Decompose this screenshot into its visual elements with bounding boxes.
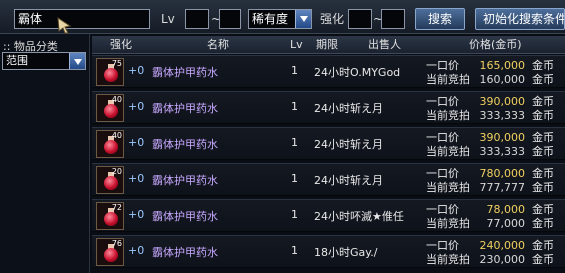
bid-price: 333,333	[479, 145, 526, 158]
seller-name: Gay./	[350, 246, 378, 259]
buyout-unit: 金币	[532, 203, 554, 216]
bid-price: 160,000	[479, 73, 526, 86]
buyout-unit: 金币	[532, 59, 554, 72]
item-level: 1	[291, 208, 298, 221]
reset-search-button[interactable]: 初始化搜索条件	[475, 8, 565, 30]
buyout-unit: 金币	[532, 239, 554, 252]
chevron-down-icon	[295, 10, 311, 28]
enhance-label: 强化	[320, 12, 345, 26]
enhance-max-input[interactable]	[381, 9, 405, 29]
category-panel: :: 物品分类 范围	[0, 34, 90, 273]
bid-unit: 金币	[532, 181, 554, 194]
bid-unit: 金币	[532, 109, 554, 122]
chevron-down-icon	[69, 53, 85, 69]
item-level: 1	[291, 172, 298, 185]
table-row[interactable]: 76 +0 霸体护甲药水 1 18小时Gay./ 一口价 240,000 金币 …	[92, 235, 565, 268]
item-name: 霸体护甲药水	[152, 174, 218, 187]
enhance-value: +0	[128, 136, 145, 149]
buyout-price: 390,000	[479, 131, 526, 144]
potion-item-icon: 72	[96, 202, 124, 230]
table-row[interactable]: 20 +0 霸体护甲药水 1 24小时斩え月 一口价 780,000 金币 当前…	[92, 163, 565, 196]
buyout-price: 240,000	[479, 239, 526, 252]
item-name: 霸体护甲药水	[152, 246, 218, 259]
lv-max-input[interactable]	[219, 9, 241, 29]
buyout-unit: 金币	[532, 167, 554, 180]
item-name: 霸体护甲药水	[152, 210, 218, 223]
enhance-value: +0	[128, 100, 145, 113]
table-row[interactable]: 75 +0 霸体护甲药水 1 24小时O.MYGod 一口价 165,000 金…	[92, 55, 565, 88]
item-name: 霸体护甲药水	[152, 138, 218, 151]
enhance-value: +0	[128, 64, 145, 77]
potion-item-icon: 40	[96, 130, 124, 158]
buyout-unit: 金币	[532, 95, 554, 108]
period-value: 24小时O.MYGod	[314, 66, 401, 79]
table-header: 强化 名称 Lv 期限 出售人 价格(金币)	[92, 36, 565, 54]
lv-min-input[interactable]	[185, 9, 209, 29]
icon-level: 76	[111, 239, 122, 248]
header-price[interactable]: 价格(金币)	[469, 36, 522, 54]
item-name: 霸体护甲药水	[152, 102, 218, 115]
buyout-price: 165,000	[479, 59, 526, 72]
header-period[interactable]: 期限	[316, 36, 338, 54]
bid-unit: 金币	[532, 73, 554, 86]
icon-level: 40	[111, 95, 122, 104]
range-select-value: 范围	[6, 54, 28, 67]
range-select[interactable]: 范围	[2, 52, 86, 70]
buyout-price: 390,000	[479, 95, 526, 108]
header-seller[interactable]: 出售人	[368, 36, 401, 54]
bid-unit: 金币	[532, 145, 554, 158]
icon-level: 20	[111, 167, 122, 176]
potion-item-icon: 20	[96, 166, 124, 194]
enhance-value: +0	[128, 172, 145, 185]
item-level: 1	[291, 64, 298, 77]
seller-name: O.MYGod	[350, 66, 401, 79]
icon-level: 75	[111, 59, 122, 68]
keyword-input[interactable]: 霸体	[14, 9, 150, 29]
bid-price: 333,333	[479, 109, 526, 122]
enhance-value: +0	[128, 244, 145, 257]
item-level: 1	[291, 136, 298, 149]
potion-item-icon: 75	[96, 58, 124, 86]
rarity-select[interactable]: 稀有度	[248, 9, 312, 29]
header-enhance[interactable]: 强化	[110, 36, 132, 54]
buyout-price: 78,000	[486, 203, 526, 216]
header-name[interactable]: 名称	[207, 36, 229, 54]
table-row[interactable]: 40 +0 霸体护甲药水 1 24小时斩え月 一口价 390,000 金币 当前…	[92, 127, 565, 160]
enhance-min-input[interactable]	[348, 9, 372, 29]
magnifier-cursor-icon	[56, 16, 78, 34]
icon-level: 40	[111, 131, 122, 140]
seller-name: 斩え月	[350, 138, 383, 151]
enhance-value: +0	[128, 208, 145, 221]
buyout-price: 780,000	[479, 167, 526, 180]
item-name: 霸体护甲药水	[152, 66, 218, 79]
period-value: 24小时斩え月	[314, 102, 383, 115]
bid-unit: 金币	[532, 253, 554, 266]
bid-price: 77,000	[486, 217, 526, 230]
table-row[interactable]: 40 +0 霸体护甲药水 1 24小时斩え月 一口价 390,000 金币 当前…	[92, 91, 565, 124]
period-value: 24小时斩え月	[314, 174, 383, 187]
potion-item-icon: 40	[96, 94, 124, 122]
buyout-unit: 金币	[532, 131, 554, 144]
seller-name: 吥滅★倠任	[350, 210, 404, 223]
item-level: 1	[291, 100, 298, 113]
bid-price: 777,777	[479, 181, 526, 194]
rarity-select-value: 稀有度	[252, 12, 289, 26]
table-row[interactable]: 72 +0 霸体护甲药水 1 24小时吥滅★倠任 一口价 78,000 金币 当…	[92, 199, 565, 232]
lv-label: Lv	[161, 12, 175, 26]
icon-level: 72	[111, 203, 122, 212]
potion-item-icon: 76	[96, 238, 124, 266]
header-lv[interactable]: Lv	[290, 36, 303, 54]
bid-price: 230,000	[479, 253, 526, 266]
seller-name: 斩え月	[350, 174, 383, 187]
period-value: 24小时吥滅★倠任	[314, 210, 404, 223]
search-bar: 霸体 Lv ~ 稀有度 强化 ~ 搜索 初始化搜索条件	[0, 0, 565, 34]
period-value: 18小时Gay./	[314, 246, 378, 259]
item-level: 1	[291, 244, 298, 257]
seller-name: 斩え月	[350, 102, 383, 115]
bid-unit: 金币	[532, 217, 554, 230]
search-button[interactable]: 搜索	[415, 8, 465, 30]
period-value: 24小时斩え月	[314, 138, 383, 151]
